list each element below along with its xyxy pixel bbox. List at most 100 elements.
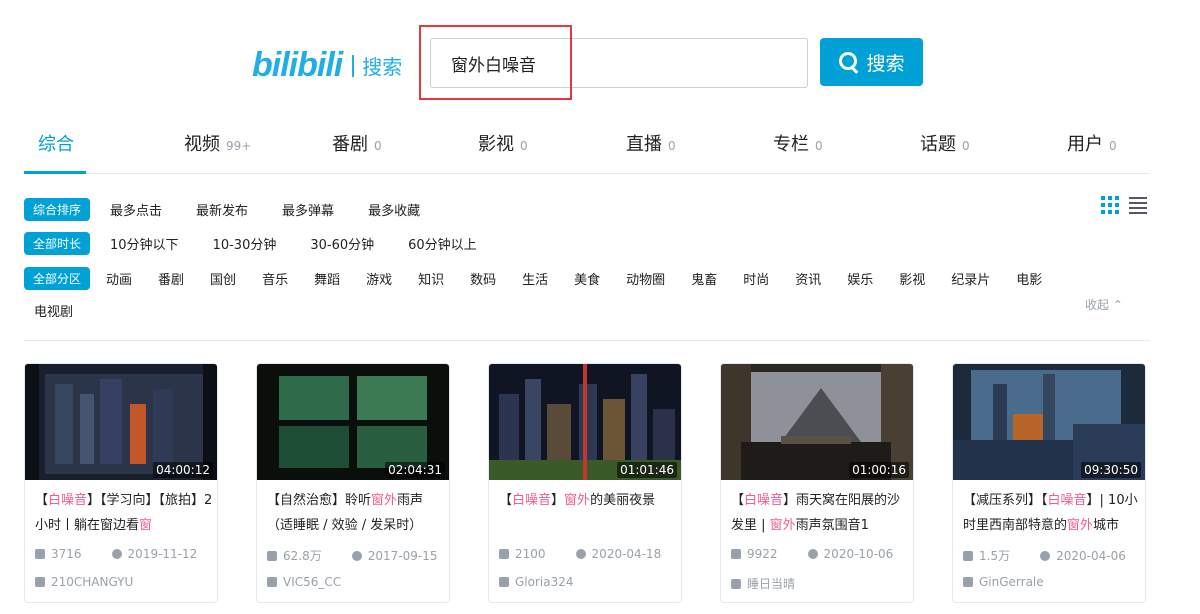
tab-all[interactable]: 综合 [38, 130, 74, 156]
author-name: GinGerrale [979, 575, 1044, 589]
grid-view-icon[interactable] [1101, 196, 1119, 214]
video-title[interactable]: 【自然治愈】聆听窗外雨声（适睡眠 / 效验 / 发呆时） [267, 488, 445, 540]
video-author[interactable]: 睡日当晴 [731, 575, 795, 592]
video-duration: 01:00:16 [849, 462, 909, 478]
zone-option[interactable]: 舞蹈 [314, 269, 340, 288]
duration-option[interactable]: 10分钟以下 [110, 234, 179, 253]
search-button[interactable]: 搜索 [820, 38, 923, 86]
sort-option[interactable]: 最新发布 [196, 200, 248, 219]
search-page: bilibili 搜索 搜索 综合 视频 99+ 番剧 0 影视 0 直播 0 专栏 0 … [0, 0, 1200, 614]
duration-option[interactable]: 10-30分钟 [213, 234, 277, 253]
video-meta: 3716 2019-11-12 [35, 547, 197, 561]
video-thumbnail[interactable]: 01:01:46 [489, 364, 681, 480]
video-thumbnail[interactable]: 09:30:50 [953, 364, 1145, 480]
zone-option[interactable]: 娱乐 [847, 269, 873, 288]
video-title[interactable]: 【减压系列】【白噪音】| 10小时里西南部特意的窗外城市 [963, 488, 1141, 540]
title-text: 城市 [1093, 518, 1120, 533]
search-icon [838, 51, 860, 73]
zone-option[interactable]: 国创 [210, 269, 236, 288]
tab-topic[interactable]: 话题 0 [920, 130, 970, 156]
collapse-toggle[interactable]: 收起 ⌃ [1085, 296, 1123, 313]
active-tab-indicator [24, 171, 86, 174]
video-meta: 62.8万 2017-09-15 [267, 547, 437, 564]
author-name: 210CHANGYU [51, 575, 134, 589]
video-card[interactable]: 01:00:16 【白噪音】雨天窝在阳展的沙发里 | 窗外雨声氛围音1 9922… [720, 363, 914, 603]
zone-filter-row: 全部分区 动画 番剧 国创 音乐 舞蹈 游戏 知识 数码 生活 美食 动物圈 鬼… [24, 267, 1084, 320]
tab-article[interactable]: 专栏 0 [773, 130, 823, 156]
video-card[interactable]: 04:00:12 【白噪音】【学习向】【旅拍】2小时丨躺在窗边看窗 3716 2… [24, 363, 218, 603]
zone-option[interactable]: 时尚 [743, 269, 769, 288]
tab-count: 0 [815, 139, 823, 153]
video-author[interactable]: 210CHANGYU [35, 575, 133, 589]
zone-option[interactable]: 资讯 [795, 269, 821, 288]
video-duration: 01:01:46 [617, 462, 677, 478]
tab-film[interactable]: 影视 0 [478, 130, 528, 156]
sort-active-pill[interactable]: 综合排序 [24, 198, 91, 221]
zone-option[interactable]: 纪录片 [951, 269, 990, 288]
video-author[interactable]: GinGerrale [963, 575, 1044, 589]
zone-option[interactable]: 游戏 [366, 269, 392, 288]
tab-bangumi[interactable]: 番剧 0 [332, 130, 382, 156]
author-name: 睡日当晴 [747, 577, 796, 591]
tab-video[interactable]: 视频 99+ [184, 130, 251, 156]
play-count-icon [963, 550, 973, 561]
video-card[interactable]: 01:01:46 【白噪音】窗外的美丽夜景 2100 2020-04-18 Gl… [488, 363, 682, 603]
bilibili-logo[interactable]: bilibili 搜索 [252, 46, 402, 85]
view-toggle [1101, 196, 1147, 214]
video-meta: 1.5万 2020-04-06 [963, 547, 1126, 564]
tab-label: 直播 [626, 134, 662, 155]
search-button-label: 搜索 [866, 52, 905, 75]
list-view-icon[interactable] [1129, 196, 1147, 214]
video-author[interactable]: VIC56_CC [267, 575, 341, 589]
sort-option[interactable]: 最多弹幕 [282, 200, 334, 219]
tab-user[interactable]: 用户 0 [1067, 130, 1117, 156]
play-count-icon [267, 550, 277, 561]
zone-option[interactable]: 电视剧 [34, 301, 73, 320]
zone-option[interactable]: 知识 [418, 269, 444, 288]
tab-label: 专栏 [773, 134, 809, 155]
title-text: 【 [731, 493, 745, 508]
duration-active-pill[interactable]: 全部时长 [24, 232, 91, 255]
video-title[interactable]: 【白噪音】窗外的美丽夜景 [499, 488, 677, 540]
zone-option[interactable]: 鬼畜 [691, 269, 717, 288]
duration-option[interactable]: 30-60分钟 [310, 234, 374, 253]
video-title[interactable]: 【白噪音】雨天窝在阳展的沙发里 | 窗外雨声氛围音1 [731, 488, 909, 540]
keyword-highlight: 白噪音 [1047, 493, 1087, 508]
play-count-icon [35, 549, 45, 559]
sort-filter-row: 综合排序 最多点击 最新发布 最多弹幕 最多收藏 [24, 198, 454, 221]
collapse-label: 收起 [1085, 298, 1110, 312]
video-title[interactable]: 【白噪音】【学习向】【旅拍】2小时丨躺在窗边看窗 [35, 488, 213, 540]
play-count-icon [499, 549, 509, 559]
keyword-highlight: 窗 [139, 518, 153, 533]
video-card[interactable]: 02:04:31 【自然治愈】聆听窗外雨声（适睡眠 / 效验 / 发呆时） 62… [256, 363, 450, 603]
zone-option[interactable]: 动物圈 [626, 269, 665, 288]
title-text: 【 [35, 493, 49, 508]
video-thumbnail[interactable]: 02:04:31 [257, 364, 449, 480]
video-author[interactable]: Gloria324 [499, 575, 574, 589]
duration-option[interactable]: 60分钟以上 [408, 234, 477, 253]
sort-option[interactable]: 最多收藏 [368, 200, 420, 219]
zone-option[interactable]: 美食 [574, 269, 600, 288]
title-text: 的美丽夜景 [590, 493, 656, 508]
zone-option[interactable]: 数码 [470, 269, 496, 288]
sort-option[interactable]: 最多点击 [110, 200, 162, 219]
upload-date: 2020-10-06 [823, 547, 894, 561]
tab-count: 0 [374, 139, 382, 153]
tab-live[interactable]: 直播 0 [626, 130, 676, 156]
title-text: 】 [551, 493, 565, 508]
zone-option[interactable]: 生活 [522, 269, 548, 288]
zone-option[interactable]: 番剧 [158, 269, 184, 288]
zone-option[interactable]: 音乐 [262, 269, 288, 288]
video-thumbnail[interactable]: 01:00:16 [721, 364, 913, 480]
clock-icon [575, 549, 586, 559]
zone-option[interactable]: 动画 [106, 269, 132, 288]
zone-active-pill[interactable]: 全部分区 [24, 267, 91, 290]
zone-option[interactable]: 影视 [899, 269, 925, 288]
video-thumbnail[interactable]: 04:00:12 [25, 364, 217, 480]
video-duration: 09:30:50 [1081, 462, 1141, 478]
zone-option[interactable]: 电影 [1016, 269, 1042, 288]
play-count: 62.8万 [283, 549, 322, 563]
video-card[interactable]: 09:30:50 【减压系列】【白噪音】| 10小时里西南部特意的窗外城市 1.… [952, 363, 1146, 603]
title-text: 雨声氛围音1 [795, 518, 869, 533]
author-name: VIC56_CC [283, 575, 342, 589]
